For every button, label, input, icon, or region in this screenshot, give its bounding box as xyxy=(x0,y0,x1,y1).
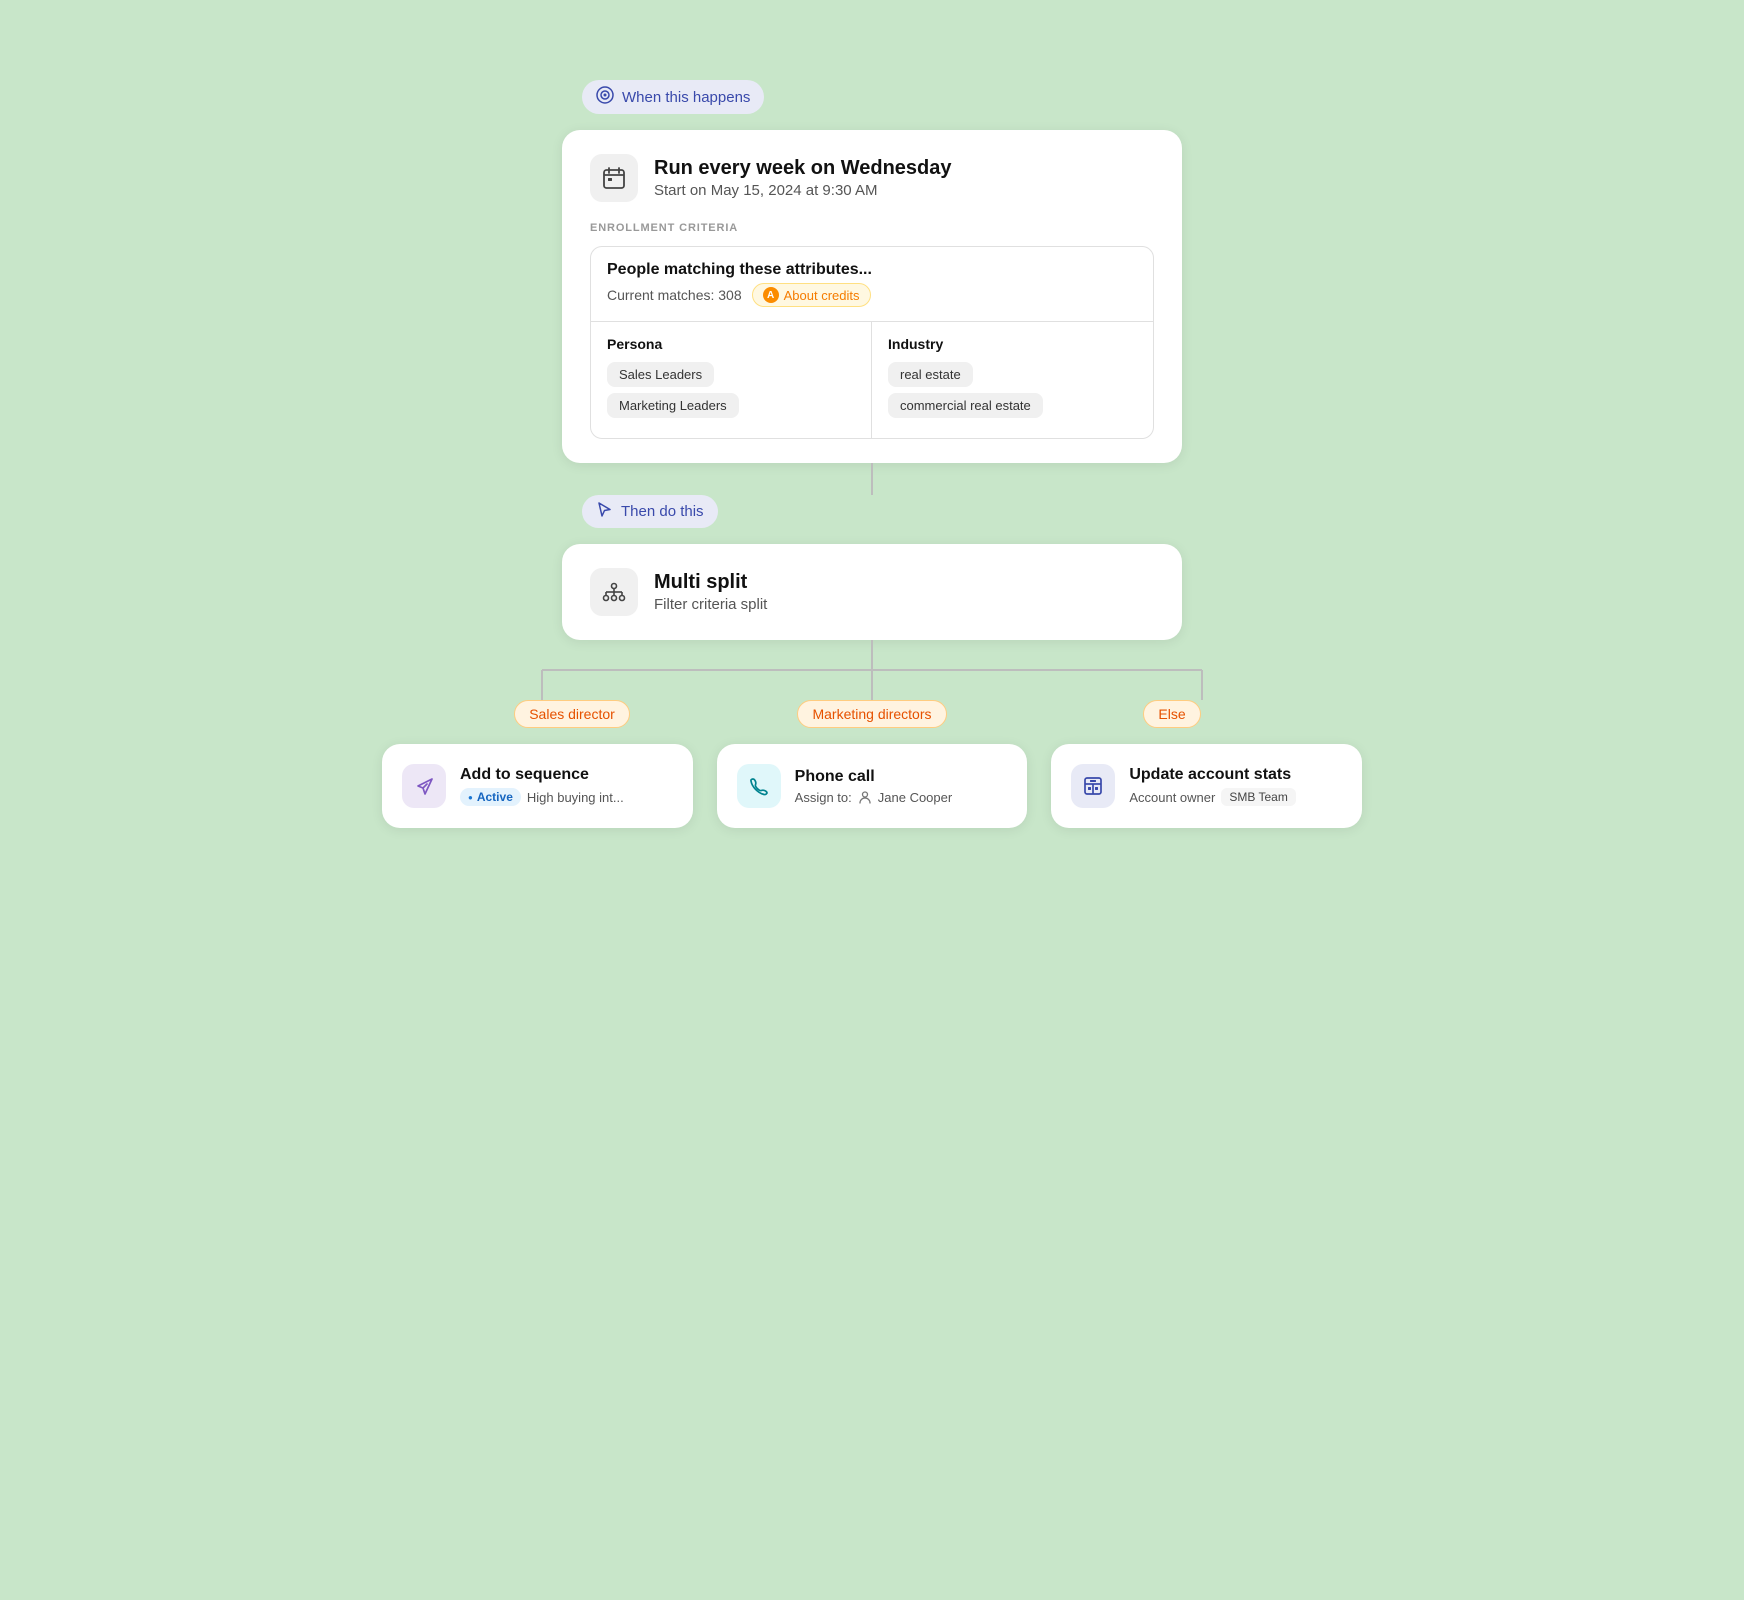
split-icon-wrap xyxy=(590,568,638,616)
trigger-text: Run every week on Wednesday Start on May… xyxy=(654,157,952,199)
branch-card-account[interactable]: Update account stats Account owner SMB T… xyxy=(1051,744,1362,828)
tag-real-estate: real estate xyxy=(888,362,973,387)
assign-to-text: Assign to: xyxy=(795,790,852,805)
criteria-title: People matching these attributes... xyxy=(607,261,1137,279)
matches-text: Current matches: 308 xyxy=(607,287,742,303)
criteria-header: People matching these attributes... Curr… xyxy=(591,247,1153,322)
calendar-icon-wrap xyxy=(590,154,638,202)
then-label-text: Then do this xyxy=(621,503,704,520)
branch-card-phone[interactable]: Phone call Assign to: Jane Cooper xyxy=(717,744,1028,828)
calendar-icon xyxy=(601,165,627,191)
sequence-content: Add to sequence Active High buying int..… xyxy=(460,766,624,806)
trigger-card: Run every week on Wednesday Start on May… xyxy=(562,130,1182,463)
credits-icon: A xyxy=(763,287,779,303)
branch-label-else: Else xyxy=(1143,700,1200,728)
active-badge: Active xyxy=(460,788,521,806)
split-icon xyxy=(600,578,628,606)
branch-labels-row: Sales director Marketing directors Else xyxy=(422,700,1322,728)
persona-col-title: Persona xyxy=(607,336,855,352)
connector-1 xyxy=(871,463,873,495)
send-icon xyxy=(413,775,435,797)
action-card: Multi split Filter criteria split xyxy=(562,544,1182,640)
then-label: Then do this xyxy=(582,495,718,528)
trigger-subtitle: Start on May 15, 2024 at 9:30 AM xyxy=(654,182,952,199)
branch-label-marketing: Marketing directors xyxy=(797,700,946,728)
criteria-table: Persona Sales Leaders Marketing Leaders … xyxy=(591,322,1153,438)
persona-tags: Sales Leaders Marketing Leaders xyxy=(607,362,855,424)
branch-lines xyxy=(422,640,1322,700)
action-subtitle: Filter criteria split xyxy=(654,596,767,613)
account-title: Update account stats xyxy=(1129,766,1295,784)
branch-card-sequence[interactable]: Add to sequence Active High buying int..… xyxy=(382,744,693,828)
trigger-title: Run every week on Wednesday xyxy=(654,157,952,180)
assign-person: Jane Cooper xyxy=(878,790,952,805)
workflow-container: When this happens Run every week on Wedn… xyxy=(522,80,1222,1520)
phone-icon-wrap xyxy=(737,764,781,808)
building-icon xyxy=(1082,775,1104,797)
sequence-title: Add to sequence xyxy=(460,766,624,784)
tag-marketing-leaders: Marketing Leaders xyxy=(607,393,739,418)
account-owner-text: Account owner xyxy=(1129,790,1215,805)
phone-content: Phone call Assign to: Jane Cooper xyxy=(795,768,953,805)
credits-text: About credits xyxy=(784,288,860,303)
industry-col: Industry real estate commercial real est… xyxy=(872,322,1153,438)
phone-meta: Assign to: Jane Cooper xyxy=(795,790,953,805)
tag-commercial-real-estate: commercial real estate xyxy=(888,393,1043,418)
account-content: Update account stats Account owner SMB T… xyxy=(1129,766,1295,806)
tree-connector xyxy=(422,640,1322,700)
industry-tags: real estate commercial real estate xyxy=(888,362,1137,424)
trigger-header: Run every week on Wednesday Start on May… xyxy=(590,154,1154,202)
industry-col-title: Industry xyxy=(888,336,1137,352)
action-title: Multi split xyxy=(654,571,767,594)
action-text: Multi split Filter criteria split xyxy=(654,571,767,613)
target-icon xyxy=(596,86,614,108)
phone-icon xyxy=(748,775,770,797)
person-icon xyxy=(858,790,872,804)
action-header: Multi split Filter criteria split xyxy=(590,568,1154,616)
when-label-text: When this happens xyxy=(622,89,750,106)
tag-sales-leaders: Sales Leaders xyxy=(607,362,714,387)
send-icon-wrap xyxy=(402,764,446,808)
persona-col: Persona Sales Leaders Marketing Leaders xyxy=(591,322,872,438)
criteria-box: People matching these attributes... Curr… xyxy=(590,246,1154,439)
smb-badge: SMB Team xyxy=(1221,788,1295,806)
phone-title: Phone call xyxy=(795,768,953,786)
branch-section: Sales director Marketing directors Else xyxy=(322,640,1422,828)
branch-cards-row: Add to sequence Active High buying int..… xyxy=(382,744,1362,828)
account-meta: Account owner SMB Team xyxy=(1129,788,1295,806)
branch-label-sales: Sales director xyxy=(514,700,630,728)
sequence-meta-text: High buying int... xyxy=(527,790,624,805)
when-label: When this happens xyxy=(582,80,764,114)
credits-badge[interactable]: A About credits xyxy=(752,283,871,307)
criteria-matches: Current matches: 308 A About credits xyxy=(607,283,1137,307)
sequence-meta: Active High buying int... xyxy=(460,788,624,806)
building-icon-wrap xyxy=(1071,764,1115,808)
cursor-icon xyxy=(596,501,613,522)
enrollment-label: ENROLLMENT CRITERIA xyxy=(590,222,1154,234)
